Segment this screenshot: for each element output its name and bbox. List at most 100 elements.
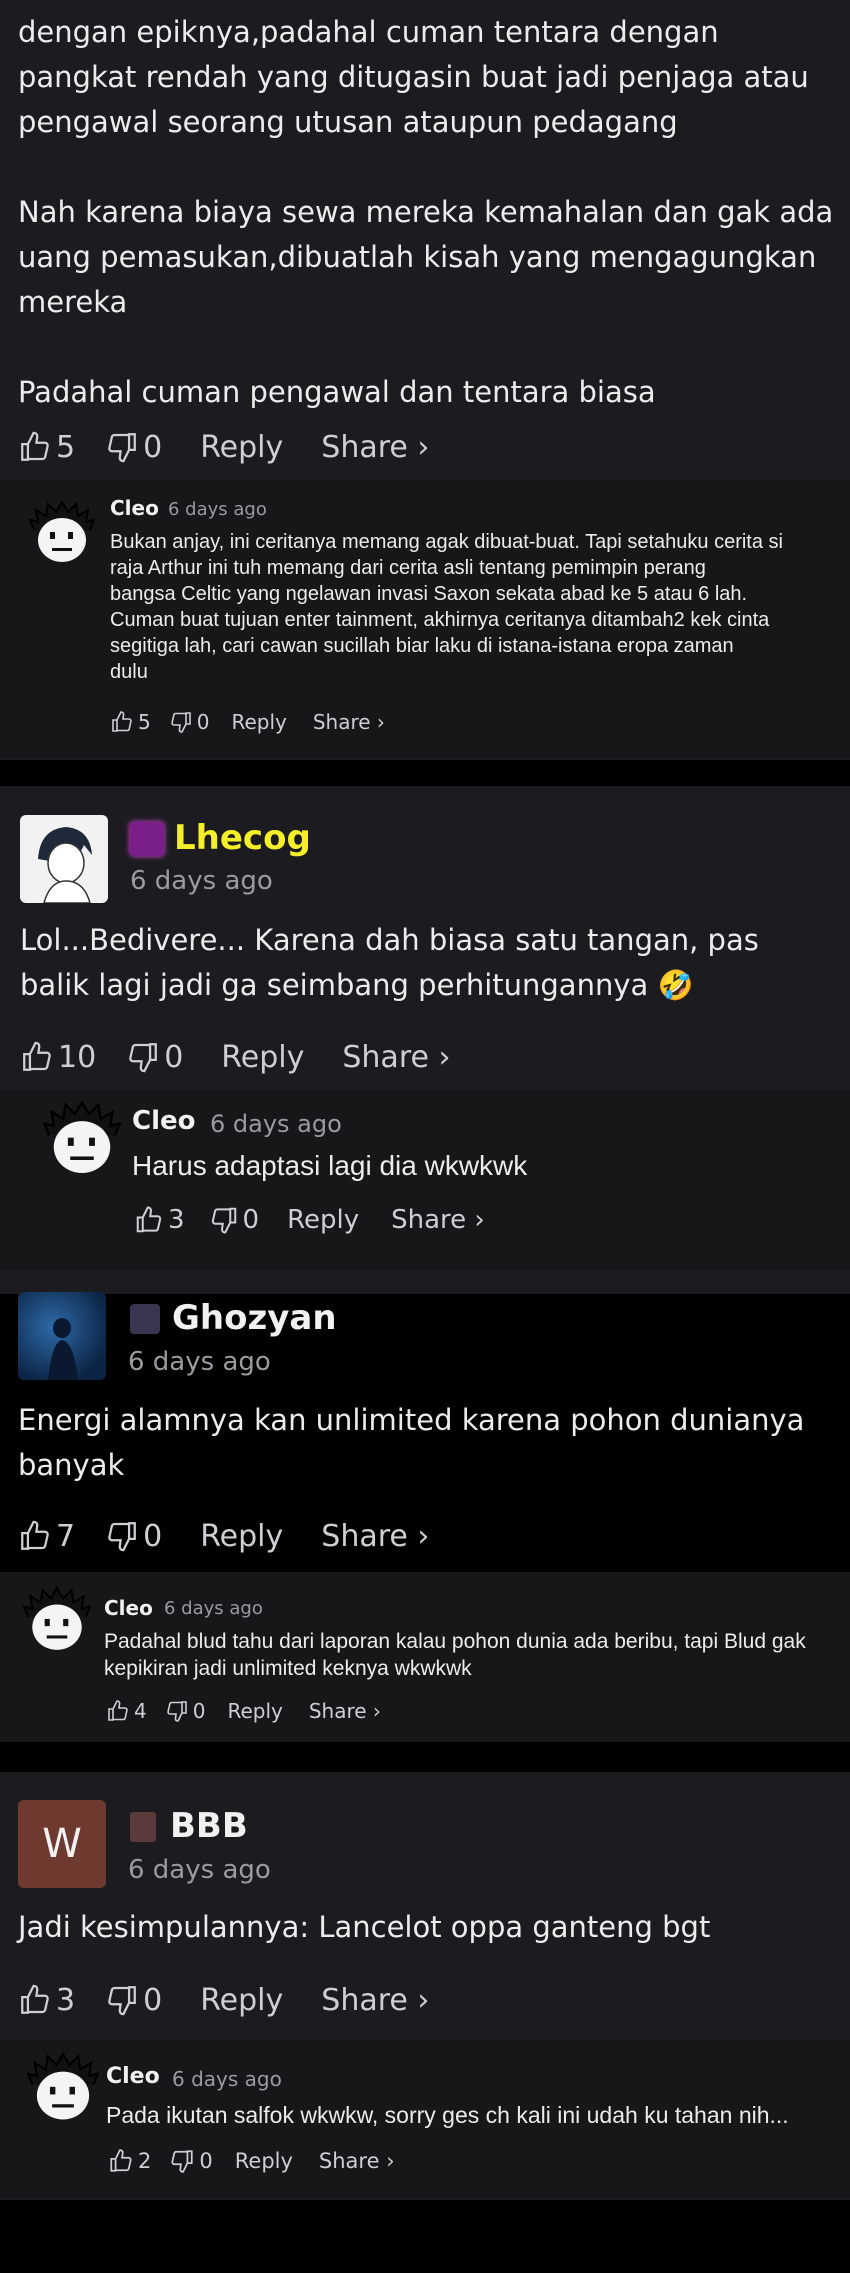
reply-1-text: Bukan anjay, ini ceritanya memang agak d… (110, 531, 783, 683)
share-button[interactable]: Share › (321, 1519, 429, 1554)
like-button[interactable]: 5 (18, 430, 75, 465)
reply-1-username[interactable]: Cleo (110, 496, 159, 520)
share-button[interactable]: Share › (313, 710, 385, 734)
comment-1-actions: 5 0 Reply Share › (18, 425, 459, 469)
thumbs-down-icon (169, 2148, 195, 2174)
reply-button[interactable]: Reply (231, 710, 286, 734)
like-count: 10 (58, 1039, 97, 1075)
like-button[interactable]: 3 (134, 1205, 185, 1235)
share-button[interactable]: Share › (309, 1699, 381, 1723)
dislike-count: 0 (143, 1518, 163, 1554)
like-button[interactable]: 5 (110, 710, 151, 734)
comment-2-actions: 10 0 Reply Share › (20, 1035, 480, 1079)
share-button[interactable]: Share › (342, 1040, 450, 1075)
badge-icon (130, 822, 164, 856)
dislike-count: 0 (164, 1039, 184, 1075)
reply-3-username[interactable]: Cleo (104, 1596, 153, 1620)
comment-3-username[interactable]: Ghozyan (172, 1298, 337, 1338)
like-count: 5 (56, 429, 76, 465)
thumbs-up-icon (18, 1519, 52, 1553)
badge-icon (130, 1304, 160, 1334)
separator (0, 760, 850, 786)
like-button[interactable]: 3 (18, 1983, 75, 2018)
reply-2-username[interactable]: Cleo (132, 1106, 196, 1136)
thumbs-down-icon (126, 1040, 160, 1074)
like-count: 4 (134, 1699, 147, 1723)
like-count: 3 (168, 1205, 185, 1235)
reply-3-text: Padahal blud tahu dari laporan kalau poh… (104, 1630, 806, 1680)
dislike-count: 0 (192, 1699, 206, 1723)
like-count: 7 (56, 1518, 76, 1554)
reply-button[interactable]: Reply (200, 430, 283, 465)
thumbs-up-icon (20, 1040, 54, 1074)
reply-3-time: 6 days ago (164, 1598, 263, 1619)
cleo-avatar-face (26, 2052, 100, 2120)
dislike-button[interactable]: 0 (169, 2148, 213, 2174)
dislike-button[interactable]: 0 (105, 1519, 162, 1554)
thumbs-up-icon (110, 710, 134, 734)
thumbs-up-icon (134, 1205, 164, 1235)
separator (0, 1744, 850, 1772)
cleo-avatar (22, 1586, 92, 1656)
comment-2-username[interactable]: Lhecog (174, 818, 311, 858)
reply-button[interactable]: Reply (221, 1040, 304, 1075)
like-button[interactable]: 2 (108, 2148, 151, 2174)
dislike-button[interactable]: 0 (165, 1699, 206, 1723)
reply-2-time: 6 days ago (210, 1110, 342, 1138)
comment-4-actions: 3 0 Reply Share › (18, 1978, 459, 2022)
like-button[interactable]: 4 (106, 1699, 147, 1723)
dislike-count: 0 (242, 1205, 260, 1235)
like-button[interactable]: 10 (20, 1040, 96, 1075)
dislike-count: 0 (196, 710, 210, 734)
dislike-count: 0 (199, 2149, 213, 2173)
cleo-avatar (26, 2052, 100, 2126)
cleo-avatar (28, 500, 96, 568)
share-button[interactable]: Share › (391, 1205, 485, 1235)
dislike-count: 0 (143, 429, 163, 465)
reply-4-time: 6 days ago (172, 2067, 282, 2091)
badge-icon (130, 1812, 156, 1842)
comment-4-username[interactable]: BBB (170, 1806, 248, 1846)
thumbs-down-icon (169, 710, 193, 734)
reply-3-actions: 4 0 Reply Share › (106, 1697, 411, 1725)
thumbs-down-icon (105, 1519, 139, 1553)
like-count: 5 (138, 710, 151, 734)
reply-2-text: Harus adaptasi lagi dia wkwkwk (132, 1150, 528, 1181)
cleo-avatar (42, 1100, 122, 1180)
reply-button[interactable]: Reply (227, 1699, 282, 1723)
comment-2-text: Lol...Bedivere... Karena dah biasa satu … (20, 923, 759, 1002)
dislike-count: 0 (143, 1982, 163, 2018)
dislike-button[interactable]: 0 (169, 710, 210, 734)
reply-1-actions: 5 0 Reply Share › (110, 708, 415, 736)
dislike-button[interactable]: 0 (126, 1040, 183, 1075)
dislike-button[interactable]: 0 (105, 1983, 162, 2018)
lhecog-avatar (20, 815, 108, 903)
reply-button[interactable]: Reply (235, 2149, 293, 2173)
thumbs-down-icon (165, 1699, 189, 1723)
reply-1-time: 6 days ago (168, 499, 267, 520)
comment-4-text: Jadi kesimpulannya: Lancelot oppa ganten… (18, 1910, 711, 1944)
comment-4-time: 6 days ago (128, 1855, 271, 1885)
avatar-letter: W (42, 1821, 82, 1867)
bbb-avatar: W (18, 1800, 106, 1888)
share-button[interactable]: Share › (321, 1983, 429, 2018)
reply-button[interactable]: Reply (200, 1519, 283, 1554)
dislike-button[interactable]: 0 (105, 430, 162, 465)
thumbs-up-icon (108, 2148, 134, 2174)
comment-2-time: 6 days ago (130, 866, 273, 896)
like-button[interactable]: 7 (18, 1519, 75, 1554)
cleo-avatar-face (22, 1586, 92, 1650)
dislike-button[interactable]: 0 (209, 1205, 260, 1235)
reply-button[interactable]: Reply (287, 1205, 359, 1235)
share-button[interactable]: Share › (321, 430, 429, 465)
reply-4-text: Pada ikutan salfok wkwkw, sorry ges ch k… (106, 2102, 789, 2128)
comment-1-text: dengan epiknya,padahal cuman tentara den… (18, 15, 834, 409)
thumbs-up-icon (18, 1983, 52, 2017)
reply-4-username[interactable]: Cleo (106, 2064, 160, 2089)
reply-button[interactable]: Reply (200, 1983, 283, 2018)
thumbs-down-icon (105, 430, 139, 464)
cleo-avatar-face (42, 1100, 122, 1173)
thumbs-up-icon (106, 1699, 130, 1723)
comment-3-text: Energi alamnya kan unlimited karena poho… (18, 1403, 805, 1482)
share-button[interactable]: Share › (319, 2149, 395, 2173)
